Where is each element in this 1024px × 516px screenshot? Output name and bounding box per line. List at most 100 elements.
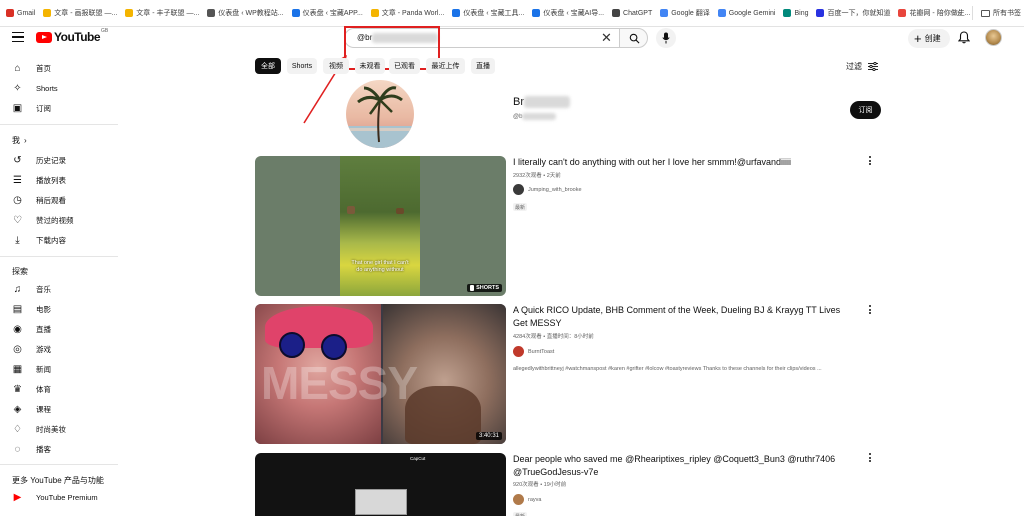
filter-chip[interactable]: 未观看 (355, 58, 385, 74)
video-thumbnail[interactable]: That one girl that I can't do anything w… (255, 156, 506, 296)
sidebar-item[interactable]: ♢ 时尚美妆 (12, 422, 66, 436)
bookmarks-bar: Gmail 文章 - 画报联盟 —... 文章 - 丰子联盟 —... 仪表盘 ‹ W… (0, 0, 1024, 27)
channel-name[interactable]: Br (513, 96, 524, 108)
voice-search-button[interactable] (656, 28, 676, 48)
channel-avatar-small (513, 184, 524, 195)
filter-button[interactable]: 过滤 (846, 61, 878, 72)
more-actions-icon[interactable] (867, 305, 873, 314)
sidebar-item[interactable]: ◎ 游戏 (12, 342, 51, 356)
all-bookmarks-label: 所有书签 (993, 10, 1021, 17)
sidebar-item[interactable]: ◌ 播客 (12, 442, 51, 456)
bookmark-favicon-icon (6, 9, 14, 17)
menu-icon[interactable] (12, 32, 24, 43)
video-title[interactable]: A Quick RICO Update, BHB Comment of the … (513, 304, 853, 330)
sidebar-item-label: YouTube Premium (36, 492, 98, 502)
home-icon: ⌂ (14, 62, 21, 74)
bookmark-favicon-icon (43, 9, 52, 17)
sidebar-item[interactable]: ▤ 电影 (12, 302, 51, 316)
youtube-play-icon (36, 31, 52, 43)
all-bookmarks-folder[interactable]: 所有书签 (981, 8, 1021, 18)
notifications-bell-icon[interactable] (958, 31, 970, 44)
sidebar-item[interactable]: ☰ 播放列表 (12, 173, 66, 187)
sidebar-divider (0, 464, 118, 465)
filter-chip[interactable]: 已观看 (389, 58, 420, 74)
more-actions-icon[interactable] (867, 453, 873, 462)
channel-avatar[interactable] (346, 80, 414, 148)
bookmark-item[interactable]: Google Gemini (717, 9, 775, 17)
filter-chip[interactable]: 最近上传 (426, 58, 465, 74)
bookmark-item[interactable]: 文章 - Panda Worl... (370, 8, 444, 18)
account-avatar[interactable] (985, 29, 1002, 46)
filter-chip[interactable]: Shorts (287, 58, 317, 74)
sports-icon: ♛ (13, 383, 22, 395)
filter-chip[interactable]: 直播 (471, 58, 495, 74)
bookmark-item[interactable]: 百度一下，你就知道 (816, 8, 890, 18)
bookmarks-more-button[interactable]: » (957, 8, 962, 18)
bookmark-favicon-icon (291, 9, 300, 17)
bookmark-item[interactable]: 仪表盘 ‹ 宝藏工具... (452, 8, 524, 18)
sidebar-item-label: 课程 (36, 404, 51, 414)
sidebar-item-label: 直播 (36, 324, 51, 334)
sidebar-section-more[interactable]: 更多 YouTube 产品与功能 (12, 475, 104, 486)
sidebar-item[interactable]: ◷ 稍后观看 (12, 193, 66, 207)
sidebar-item-label: 播放列表 (36, 175, 66, 185)
create-button[interactable]: + 创建 (908, 29, 950, 48)
sidebar-section-explore[interactable]: 探索 (12, 266, 28, 277)
sidebar-item[interactable]: ▶ YouTube Premium (12, 490, 98, 504)
sidebar-item-label: 音乐 (36, 284, 51, 294)
clear-search-icon[interactable]: ✕ (601, 31, 612, 44)
bookmark-item[interactable]: 仪表盘 ‹ 宝藏AI导... (532, 8, 604, 18)
bookmark-item[interactable]: Google 翻译 (660, 8, 710, 18)
logo-text: YouTube (54, 30, 101, 44)
gaming-icon: ◎ (13, 343, 22, 355)
shorts-icon (470, 285, 475, 291)
sidebar-item[interactable]: ↺ 历史记录 (12, 153, 66, 167)
bookmark-item[interactable]: 仪表盘 ‹ WP教程站... (207, 8, 284, 18)
bookmark-favicon-icon (717, 9, 726, 17)
bookmark-item[interactable]: 仪表盘 ‹ 宝藏APP... (291, 8, 363, 18)
filter-chip[interactable]: 视频 (323, 58, 349, 74)
video-channel[interactable]: Jumping_with_brooke (513, 184, 582, 195)
sidebar-item[interactable]: ♡ 赞过的视频 (12, 213, 73, 227)
bookmark-item[interactable]: 文章 - 丰子联盟 —... (125, 8, 199, 18)
video-thumbnail[interactable]: MESSY 3:40:31 (255, 304, 506, 444)
bookmark-label: 仪表盘 ‹ 宝藏工具... (463, 10, 525, 17)
sidebar-item[interactable]: ✧ Shorts (12, 81, 57, 95)
podcast-icon: ◌ (14, 443, 21, 455)
redacted-channel-handle (522, 113, 556, 120)
sidebar-item[interactable]: ♫ 音乐 (12, 282, 51, 296)
sidebar-item[interactable]: ▦ 新闻 (12, 362, 51, 376)
sidebar-item[interactable]: ♛ 体育 (12, 382, 51, 396)
video-meta: 920次观看 • 19小时前 (513, 482, 567, 488)
video-channel[interactable]: rayva (513, 494, 541, 505)
video-title[interactable]: I literally can't do anything with out h… (513, 156, 853, 169)
sidebar-item[interactable]: ◉ 直播 (12, 322, 51, 336)
history-icon: ↺ (13, 154, 22, 166)
sidebar-item[interactable]: ⌂ 首页 (12, 61, 51, 75)
chevron-right-icon: › (24, 136, 27, 145)
sidebar-item[interactable]: ▣ 订阅 (12, 101, 51, 115)
subscribe-button[interactable]: 订阅 (850, 101, 881, 119)
video-channel[interactable]: BurntToast (513, 346, 554, 357)
sidebar-item-label: 下载内容 (36, 235, 66, 245)
filter-sliders-icon (868, 62, 878, 71)
music-icon: ♫ (13, 283, 22, 295)
bookmark-label: Gmail (17, 9, 36, 17)
search-button[interactable] (619, 28, 648, 48)
bookmark-item[interactable]: 文章 - 画报联盟 —... (43, 8, 117, 18)
sidebar-item[interactable]: ◈ 课程 (12, 402, 51, 416)
youtube-logo[interactable]: YouTube GB (36, 28, 108, 44)
filter-chip[interactable]: 全部 (255, 58, 281, 74)
sidebar-item[interactable]: ⤓ 下载内容 (12, 233, 66, 247)
bookmark-item[interactable]: Gmail (6, 9, 35, 17)
sidebar-item-label: 历史记录 (36, 155, 66, 165)
bookmark-item[interactable]: ChatGPT (612, 9, 652, 17)
video-title[interactable]: Dear people who saved me @Rheariptixes_r… (513, 453, 853, 479)
video-thumbnail[interactable]: CapCut (255, 453, 506, 516)
video-meta: 2932次观看 • 2天前 (513, 173, 561, 179)
more-actions-icon[interactable] (867, 156, 873, 165)
plus-icon: + (914, 30, 922, 46)
like-icon: ♡ (13, 214, 22, 226)
bookmark-item[interactable]: Bing (783, 9, 808, 17)
sidebar-section-you[interactable]: 我 › (12, 135, 27, 146)
